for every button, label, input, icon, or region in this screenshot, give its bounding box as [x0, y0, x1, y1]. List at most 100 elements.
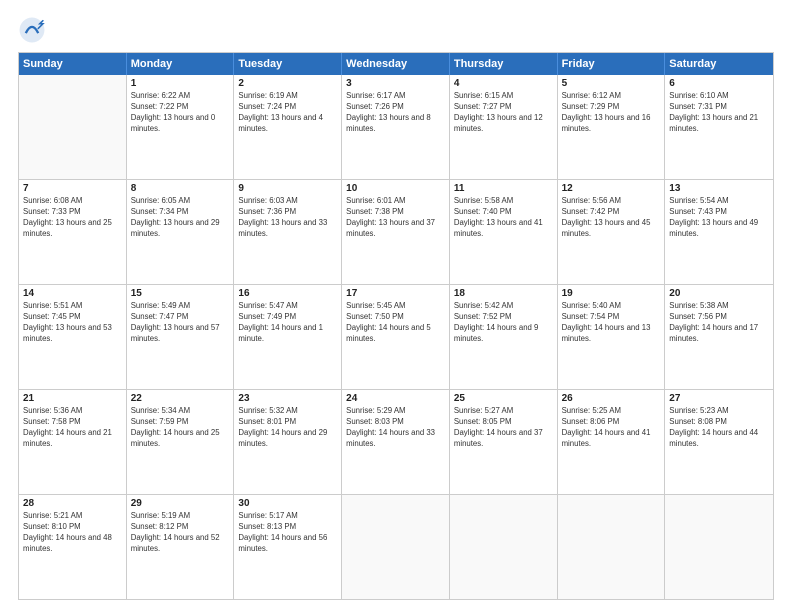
day-info: Sunrise: 6:08 AMSunset: 7:33 PMDaylight:… [23, 196, 122, 240]
day-number: 8 [131, 183, 230, 194]
day-info: Sunrise: 6:22 AMSunset: 7:22 PMDaylight:… [131, 91, 230, 135]
day-number: 27 [669, 393, 769, 404]
day-info: Sunrise: 5:29 AMSunset: 8:03 PMDaylight:… [346, 406, 445, 450]
day-info: Sunrise: 5:40 AMSunset: 7:54 PMDaylight:… [562, 301, 661, 345]
day-info: Sunrise: 5:45 AMSunset: 7:50 PMDaylight:… [346, 301, 445, 345]
day-cell-17: 17 Sunrise: 5:45 AMSunset: 7:50 PMDayligh… [342, 285, 450, 389]
day-info: Sunrise: 5:56 AMSunset: 7:42 PMDaylight:… [562, 196, 661, 240]
day-number: 17 [346, 288, 445, 299]
empty-cell [342, 495, 450, 599]
day-info: Sunrise: 5:58 AMSunset: 7:40 PMDaylight:… [454, 196, 553, 240]
day-cell-16: 16 Sunrise: 5:47 AMSunset: 7:49 PMDayligh… [234, 285, 342, 389]
day-cell-7: 7Sunrise: 6:08 AMSunset: 7:33 PMDaylight… [19, 180, 127, 284]
day-number: 1 [131, 78, 230, 89]
day-number: 19 [562, 288, 661, 299]
day-cell-25: 25Sunrise: 5:27 AMSunset: 8:05 PMDayligh… [450, 390, 558, 494]
header-day-sunday: Sunday [19, 53, 127, 75]
day-cell-21: 21Sunrise: 5:36 AMSunset: 7:58 PMDayligh… [19, 390, 127, 494]
day-info: Sunrise: 5:47 AMSunset: 7:49 PMDaylight:… [238, 301, 337, 345]
day-cell-4: 4 Sunrise: 6:15 AMSunset: 7:27 PMDaylight… [450, 75, 558, 179]
day-cell-3: 3 Sunrise: 6:17 AMSunset: 7:26 PMDaylight… [342, 75, 450, 179]
day-info: Sunrise: 5:42 AMSunset: 7:52 PMDaylight:… [454, 301, 553, 345]
day-info: Sunrise: 5:19 AMSunset: 8:12 PMDaylight:… [131, 511, 230, 555]
day-cell-2: 2 Sunrise: 6:19 AMSunset: 7:24 PMDaylight… [234, 75, 342, 179]
day-cell-10: 10Sunrise: 6:01 AMSunset: 7:38 PMDayligh… [342, 180, 450, 284]
day-info: Sunrise: 5:21 AMSunset: 8:10 PMDaylight:… [23, 511, 122, 555]
day-number: 3 [346, 78, 445, 89]
day-number: 4 [454, 78, 553, 89]
day-cell-13: 13Sunrise: 5:54 AMSunset: 7:43 PMDayligh… [665, 180, 773, 284]
day-info: Sunrise: 5:51 AMSunset: 7:45 PMDaylight:… [23, 301, 122, 345]
day-cell-29: 29 Sunrise: 5:19 AMSunset: 8:12 PMDayligh… [127, 495, 235, 599]
day-cell-19: 19 Sunrise: 5:40 AMSunset: 7:54 PMDayligh… [558, 285, 666, 389]
calendar-row-3: 14 Sunrise: 5:51 AMSunset: 7:45 PMDayligh… [19, 284, 773, 389]
calendar-row-5: 28 Sunrise: 5:21 AMSunset: 8:10 PMDayligh… [19, 494, 773, 599]
day-info: Sunrise: 5:32 AMSunset: 8:01 PMDaylight:… [238, 406, 337, 450]
day-number: 24 [346, 393, 445, 404]
day-number: 26 [562, 393, 661, 404]
day-number: 16 [238, 288, 337, 299]
day-info: Sunrise: 6:12 AMSunset: 7:29 PMDaylight:… [562, 91, 661, 135]
day-number: 9 [238, 183, 337, 194]
day-cell-6: 6 Sunrise: 6:10 AMSunset: 7:31 PMDaylight… [665, 75, 773, 179]
day-cell-22: 22 Sunrise: 5:34 AMSunset: 7:59 PMDayligh… [127, 390, 235, 494]
day-info: Sunrise: 6:10 AMSunset: 7:31 PMDaylight:… [669, 91, 769, 135]
day-number: 30 [238, 498, 337, 509]
day-number: 5 [562, 78, 661, 89]
header-day-monday: Monday [127, 53, 235, 75]
header-day-tuesday: Tuesday [234, 53, 342, 75]
header-day-saturday: Saturday [665, 53, 773, 75]
day-number: 2 [238, 78, 337, 89]
day-info: Sunrise: 5:38 AMSunset: 7:56 PMDaylight:… [669, 301, 769, 345]
day-number: 20 [669, 288, 769, 299]
day-number: 18 [454, 288, 553, 299]
day-info: Sunrise: 6:05 AMSunset: 7:34 PMDaylight:… [131, 196, 230, 240]
empty-cell [665, 495, 773, 599]
day-number: 22 [131, 393, 230, 404]
day-info: Sunrise: 5:34 AMSunset: 7:59 PMDaylight:… [131, 406, 230, 450]
day-number: 29 [131, 498, 230, 509]
header-day-wednesday: Wednesday [342, 53, 450, 75]
day-cell-1: 1 Sunrise: 6:22 AMSunset: 7:22 PMDaylight… [127, 75, 235, 179]
header [18, 16, 774, 44]
day-cell-5: 5 Sunrise: 6:12 AMSunset: 7:29 PMDaylight… [558, 75, 666, 179]
logo-icon [18, 16, 46, 44]
day-info: Sunrise: 5:25 AMSunset: 8:06 PMDaylight:… [562, 406, 661, 450]
day-info: Sunrise: 6:03 AMSunset: 7:36 PMDaylight:… [238, 196, 337, 240]
day-info: Sunrise: 6:01 AMSunset: 7:38 PMDaylight:… [346, 196, 445, 240]
day-number: 6 [669, 78, 769, 89]
calendar: SundayMondayTuesdayWednesdayThursdayFrid… [18, 52, 774, 600]
day-cell-15: 15Sunrise: 5:49 AMSunset: 7:47 PMDayligh… [127, 285, 235, 389]
day-info: Sunrise: 6:15 AMSunset: 7:27 PMDaylight:… [454, 91, 553, 135]
empty-cell [558, 495, 666, 599]
day-cell-26: 26 Sunrise: 5:25 AMSunset: 8:06 PMDayligh… [558, 390, 666, 494]
day-info: Sunrise: 6:19 AMSunset: 7:24 PMDaylight:… [238, 91, 337, 135]
day-number: 14 [23, 288, 122, 299]
header-day-friday: Friday [558, 53, 666, 75]
day-number: 12 [562, 183, 661, 194]
day-info: Sunrise: 5:36 AMSunset: 7:58 PMDaylight:… [23, 406, 122, 450]
page: SundayMondayTuesdayWednesdayThursdayFrid… [0, 0, 792, 612]
day-cell-9: 9 Sunrise: 6:03 AMSunset: 7:36 PMDaylight… [234, 180, 342, 284]
day-number: 23 [238, 393, 337, 404]
day-cell-11: 11 Sunrise: 5:58 AMSunset: 7:40 PMDayligh… [450, 180, 558, 284]
day-info: Sunrise: 5:49 AMSunset: 7:47 PMDaylight:… [131, 301, 230, 345]
calendar-header: SundayMondayTuesdayWednesdayThursdayFrid… [19, 53, 773, 75]
day-number: 13 [669, 183, 769, 194]
header-day-thursday: Thursday [450, 53, 558, 75]
day-info: Sunrise: 5:27 AMSunset: 8:05 PMDaylight:… [454, 406, 553, 450]
day-number: 28 [23, 498, 122, 509]
calendar-body: 1 Sunrise: 6:22 AMSunset: 7:22 PMDaylight… [19, 75, 773, 599]
day-info: Sunrise: 5:23 AMSunset: 8:08 PMDaylight:… [669, 406, 769, 450]
day-cell-30: 30Sunrise: 5:17 AMSunset: 8:13 PMDayligh… [234, 495, 342, 599]
day-cell-14: 14 Sunrise: 5:51 AMSunset: 7:45 PMDayligh… [19, 285, 127, 389]
day-info: Sunrise: 6:17 AMSunset: 7:26 PMDaylight:… [346, 91, 445, 135]
day-cell-12: 12 Sunrise: 5:56 AMSunset: 7:42 PMDayligh… [558, 180, 666, 284]
day-cell-18: 18 Sunrise: 5:42 AMSunset: 7:52 PMDayligh… [450, 285, 558, 389]
empty-cell [450, 495, 558, 599]
day-cell-24: 24 Sunrise: 5:29 AMSunset: 8:03 PMDayligh… [342, 390, 450, 494]
logo [18, 16, 50, 44]
day-cell-20: 20 Sunrise: 5:38 AMSunset: 7:56 PMDayligh… [665, 285, 773, 389]
day-cell-23: 23 Sunrise: 5:32 AMSunset: 8:01 PMDayligh… [234, 390, 342, 494]
day-number: 11 [454, 183, 553, 194]
